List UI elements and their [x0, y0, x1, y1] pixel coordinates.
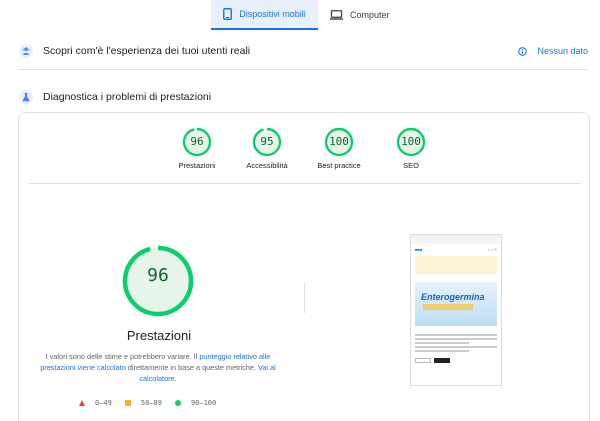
no-data-label: Nessun dato — [537, 46, 588, 56]
lab-data-section: Diagnostica i problemi di prestazioni — [0, 87, 600, 107]
lab-icon — [19, 90, 33, 104]
disclaimer-pre: I valori sono delle stime e potrebbero v… — [45, 352, 200, 361]
device-tabs: Dispositivi mobili Computer — [0, 0, 600, 30]
thumb-url-bar — [411, 235, 501, 244]
thumb-logo: ■■■ — [415, 246, 423, 252]
disclaimer-mid: direttamente in base a queste metriche. — [125, 363, 259, 373]
field-data-section: Scopri com'è l'esperienza dei tuoi utent… — [0, 40, 600, 62]
tab-mobile[interactable]: Dispositivi mobili — [211, 0, 318, 30]
card-divider — [29, 183, 581, 184]
laptop-icon — [330, 10, 343, 20]
legend-item-pass: 90–100 — [174, 399, 217, 407]
section-divider — [18, 69, 588, 70]
thumb-text-line — [415, 334, 497, 336]
thumb-text-line — [415, 338, 497, 340]
report-card: 96 Prestazioni 95 Accessibilità 100 Best… — [18, 112, 590, 421]
thumb-banner — [415, 256, 497, 274]
legend-item-average: 50–89 — [124, 399, 162, 407]
thumb-button — [415, 358, 431, 363]
thumb-product-image: Enterogermina — [415, 282, 497, 326]
thumb-text-line — [415, 350, 469, 352]
circle-icon — [174, 400, 181, 406]
triangle-icon — [79, 400, 85, 406]
thumb-header-icons: ○ ○ ≡ — [487, 246, 497, 252]
page-screenshot-thumbnail: ■■■ ○ ○ ≡ Enterogermina — [410, 234, 502, 386]
score-gauge-seo[interactable]: 100 SEO — [369, 127, 453, 189]
vertical-divider — [304, 283, 305, 313]
legend-label: 50–89 — [140, 399, 162, 407]
smartphone-icon — [223, 8, 233, 20]
score-legend: 0–49 50–89 90–100 — [79, 399, 216, 407]
thumb-text-line — [415, 342, 469, 344]
thumb-buttons — [415, 358, 497, 363]
legend-item-fail: 0–49 — [79, 399, 112, 407]
thumb-text-line — [415, 346, 497, 348]
score-value: 100 — [401, 135, 421, 148]
field-data-title: Scopri com'è l'esperienza dei tuoi utent… — [43, 45, 251, 57]
legend-label: 0–49 — [95, 399, 112, 407]
no-data-link[interactable]: Nessun dato — [518, 46, 588, 56]
legend-label: 90–100 — [190, 399, 217, 407]
score-label: SEO — [403, 161, 419, 170]
tab-desktop[interactable]: Computer — [328, 0, 398, 30]
users-icon — [19, 44, 33, 58]
square-icon — [124, 400, 131, 406]
thumb-header: ■■■ ○ ○ ≡ — [411, 244, 501, 254]
disclaimer-text: I valori sono delle stime e potrebbero v… — [36, 351, 280, 385]
thumb-product-box — [423, 304, 473, 310]
performance-title: Prestazioni — [126, 328, 192, 343]
thumb-brand: Enterogermina — [421, 292, 485, 302]
thumb-button — [434, 358, 450, 363]
performance-score: 96 — [147, 265, 169, 286]
info-icon — [518, 46, 528, 56]
lab-data-title: Diagnostica i problemi di prestazioni — [43, 91, 212, 103]
tab-desktop-label: Computer — [350, 10, 390, 20]
tab-mobile-label: Dispositivi mobili — [239, 9, 306, 19]
